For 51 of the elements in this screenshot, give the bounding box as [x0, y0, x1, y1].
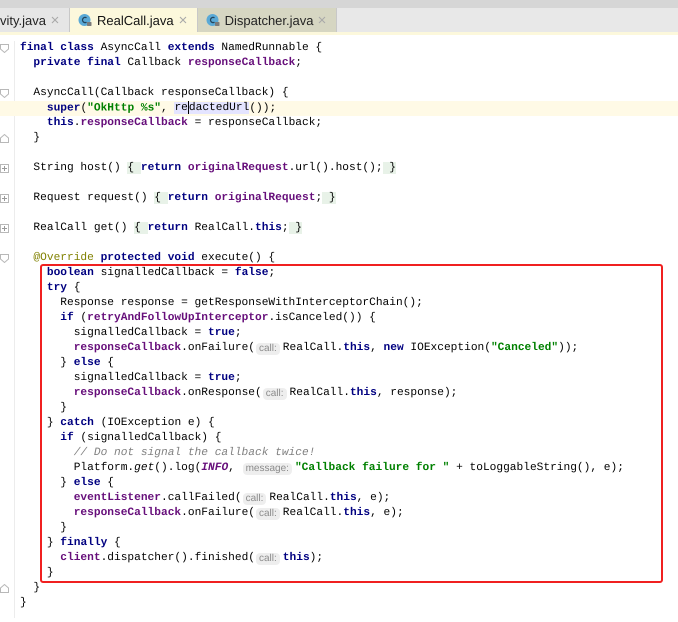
code-text: RealCall.this, response); — [290, 386, 458, 401]
code-line: Response response = getResponseWithInterceptorChain(); — [59, 296, 423, 311]
code-line: final class AsyncCall extends NamedRunnable { — [20, 41, 322, 56]
parameter-hint: call: — [242, 492, 266, 504]
parameter-hint: call: — [256, 508, 280, 520]
code-text: RealCall.this, e); — [282, 506, 404, 521]
code-line: @Override protected void execute() { — [32, 251, 276, 266]
code-line: String host() { return originalRequest.url().host(); } — [32, 161, 396, 176]
code-line: } — [46, 566, 54, 581]
parameter-hint: message: — [242, 462, 292, 474]
code-line: signalledCallback = true; — [72, 326, 242, 341]
code-text: RealCall.this, e); — [269, 491, 390, 506]
code-line: signalledCallback = true; — [72, 371, 242, 386]
code-line: Request request() { return originalRequest; } — [32, 191, 336, 206]
editor-tab[interactable]: vity.java — [0, 8, 70, 32]
code-line: } — [20, 596, 27, 611]
code-line: RealCall get() { return RealCall.this; } — [32, 221, 302, 236]
code-text: client.dispatcher().finished( — [59, 551, 255, 566]
code-line: } else { — [59, 476, 114, 491]
code-text: responseCallback.onResponse( — [72, 386, 262, 401]
parameter-hint: call: — [256, 552, 280, 564]
code-text: responseCallback.onFailure( — [72, 506, 255, 521]
code-line: if (signalledCallback) { — [59, 431, 222, 446]
tab-label: RealCall.java — [97, 12, 174, 28]
editor-tab[interactable]: RealCall.java — [70, 8, 198, 32]
code-text: this); — [282, 551, 324, 566]
code-text: RealCall.this, new IOException("Canceled")); — [282, 341, 578, 356]
code-line: try { — [46, 281, 80, 296]
tab-label: Dispatcher.java — [224, 12, 314, 28]
code-line: } catch (IOException e) { — [46, 416, 215, 431]
code-text: responseCallback.onFailure( — [72, 341, 255, 356]
code-line: this.responseCallback = responseCallback; — [46, 116, 322, 131]
code-line: super("OkHttp %s", re dactedUrl()); — [46, 100, 276, 116]
tab-label: vity.java — [0, 12, 46, 28]
code-line: } — [32, 131, 40, 146]
parameter-hint: call: — [262, 388, 287, 400]
code-line: if (retryAndFollowUpInterceptor.isCanceled()) { — [59, 311, 376, 326]
code-line: } — [59, 521, 67, 536]
code-line: // Do not signal the callback twice! — [72, 446, 316, 461]
parameter-hint: call: — [256, 342, 280, 354]
code-line: } — [59, 401, 67, 416]
code-text: Platform.get().log(INFO, — [72, 461, 236, 476]
code-line: } else { — [59, 356, 114, 371]
code-line: } finally { — [46, 536, 121, 551]
code-text: "Callback failure for " + toLoggableString(), e); — [294, 461, 624, 476]
code-line: } — [32, 581, 40, 596]
code-line: AsyncCall(Callback responseCallback) { — [32, 86, 289, 101]
code-line: boolean signalledCallback = false; — [46, 266, 276, 281]
code-text: eventListener.callFailed( — [72, 491, 242, 506]
code-line: private final Callback responseCallback; — [32, 56, 302, 71]
editor-tab[interactable]: Dispatcher.java — [198, 8, 338, 32]
